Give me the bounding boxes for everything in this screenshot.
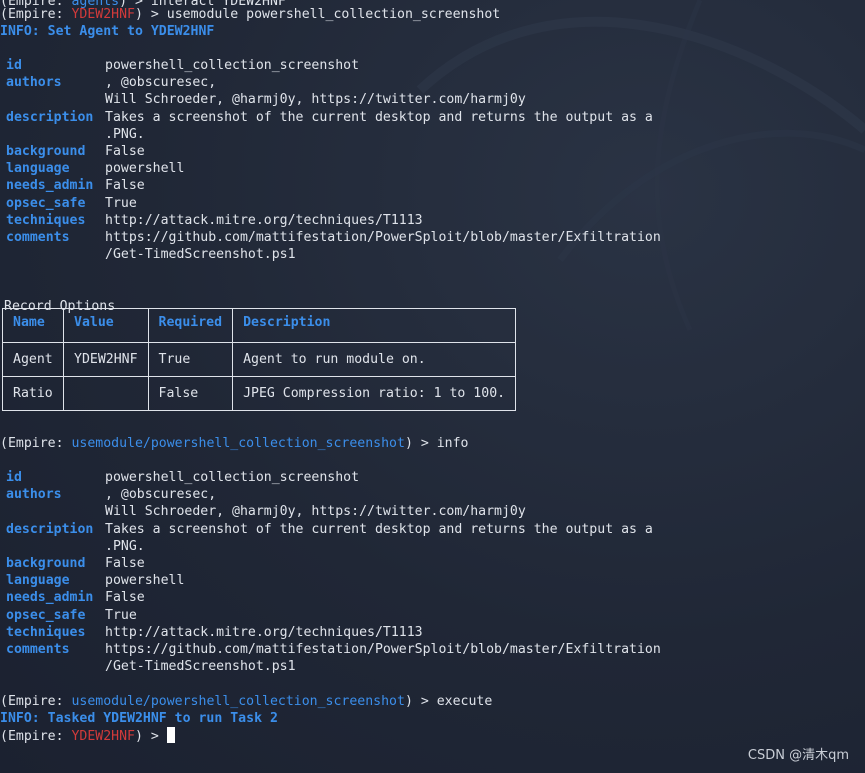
info-value: False — [105, 590, 145, 606]
info-value: Will Schroeder, @harmj0y, https://twitte… — [105, 92, 526, 108]
text-cursor — [166, 727, 175, 743]
info-key: id — [6, 470, 22, 485]
info-key: techniques — [6, 624, 86, 640]
info-key: id — [6, 58, 22, 73]
col-value-header: Value — [63, 308, 149, 343]
info-key: language — [6, 161, 70, 177]
col-name-header: Name — [2, 308, 64, 343]
table-row: Ratio False JPEG Compression ratio: 1 to… — [2, 376, 517, 411]
info-value: http://attack.mitre.org/techniques/T1113 — [105, 212, 423, 228]
info-key: language — [6, 573, 70, 589]
info-value: Will Schroeder, @harmj0y, https://twitte… — [105, 504, 526, 520]
info-value: /Get-TimedScreenshot.ps1 — [105, 247, 296, 263]
info-row: comments https://github.com/mattifestatio… — [0, 641, 865, 658]
info-row: authors , @obscuresec, — [0, 74, 865, 91]
info-value: False — [105, 556, 145, 571]
info-value: False — [105, 144, 145, 159]
info-key: opsec_safe — [6, 607, 86, 623]
cell-value — [63, 376, 149, 411]
info-value: Takes a screenshot of the current deskto… — [105, 109, 653, 125]
cell-name: Agent — [2, 342, 64, 377]
info-row: /Get-TimedScreenshot.ps1 — [0, 246, 865, 263]
cell-description: Agent to run module on. — [232, 342, 517, 377]
table-header-row: Name Value Required Description — [2, 308, 517, 343]
info-key: opsec_safe — [6, 195, 86, 211]
info-value: powershell — [105, 161, 185, 177]
info-row: description Takes a screenshot of the cur… — [0, 109, 865, 126]
info-tasked: INFO: Tasked YDEW2HNF to run Task 2 — [0, 711, 278, 726]
info-key: needs_admin — [6, 178, 94, 194]
record-options-table: Name Value Required Description Agent YD… — [2, 308, 517, 411]
info-row: .PNG. — [0, 538, 865, 555]
info-value: .PNG. — [105, 126, 145, 142]
info-row: Will Schroeder, @harmj0y, https://twitte… — [0, 503, 865, 520]
info-value: True — [105, 195, 137, 211]
info-value: https://github.com/mattifestation/PowerS… — [105, 642, 661, 657]
info-value: , @obscuresec, — [105, 75, 217, 91]
info-row: opsec_safe True — [0, 195, 865, 212]
info-key: authors — [6, 487, 62, 503]
info-key: background — [6, 556, 86, 571]
info-value: /Get-TimedScreenshot.ps1 — [105, 659, 296, 675]
info-key: comments — [6, 642, 70, 657]
info-row: .PNG. — [0, 126, 865, 143]
info-value: http://attack.mitre.org/techniques/T1113 — [105, 624, 423, 640]
cell-required: False — [147, 376, 234, 411]
col-required-header: Required — [147, 308, 234, 343]
info-key: techniques — [6, 212, 86, 228]
prompt-line-usemodule: (Empire: YDEW2HNF) > usemodule powershel… — [0, 7, 501, 22]
prompt-line-info: (Empire: usemodule/powershell_collection… — [0, 436, 469, 451]
info-key: comments — [6, 230, 70, 245]
info-row: id powershell_collection_screenshot — [0, 469, 865, 486]
info-row: techniques http://attack.mitre.org/techni… — [0, 624, 865, 641]
info-key: needs_admin — [6, 590, 94, 606]
info-value: powershell — [105, 573, 185, 589]
cell-name: Ratio — [2, 376, 64, 411]
info-row: techniques http://attack.mitre.org/techni… — [0, 212, 865, 229]
col-description-header: Description — [232, 308, 517, 343]
info-value: Takes a screenshot of the current deskto… — [105, 521, 653, 537]
info-value: powershell_collection_screenshot — [105, 470, 360, 485]
info-key: authors — [6, 75, 62, 91]
info-value: , @obscuresec, — [105, 487, 217, 503]
info-row: background False — [0, 143, 865, 160]
info-row: language powershell — [0, 160, 865, 177]
info-value: False — [105, 178, 145, 194]
info-row: Will Schroeder, @harmj0y, https://twitte… — [0, 91, 865, 108]
info-set-agent: INFO: Set Agent to YDEW2HNF — [0, 24, 215, 39]
watermark: CSDN @清木qm — [747, 748, 849, 763]
info-row: id powershell_collection_screenshot — [0, 57, 865, 74]
cell-description: JPEG Compression ratio: 1 to 100. — [232, 376, 517, 411]
info-value: .PNG. — [105, 538, 145, 554]
cell-value: YDEW2HNF — [63, 342, 149, 377]
info-row: opsec_safe True — [0, 607, 865, 624]
info-key: background — [6, 144, 86, 159]
info-row: description Takes a screenshot of the cur… — [0, 521, 865, 538]
info-key: description — [6, 109, 94, 125]
info-row: needs_admin False — [0, 177, 865, 194]
info-row: background False — [0, 555, 865, 572]
info-row: needs_admin False — [0, 589, 865, 606]
info-value: True — [105, 607, 137, 623]
info-value: https://github.com/mattifestation/PowerS… — [105, 230, 661, 245]
cell-required: True — [147, 342, 234, 377]
info-row: language powershell — [0, 572, 865, 589]
info-key: description — [6, 521, 94, 537]
agent-name: YDEW2HNF — [71, 7, 135, 22]
agent-name: YDEW2HNF — [71, 729, 135, 744]
prompt-line-current[interactable]: (Empire: YDEW2HNF) > — [0, 727, 175, 744]
info-value: powershell_collection_screenshot — [105, 58, 360, 73]
table-row: Agent YDEW2HNF True Agent to run module … — [2, 342, 517, 377]
info-row: comments https://github.com/mattifestatio… — [0, 229, 865, 246]
prompt-line-execute: (Empire: usemodule/powershell_collection… — [0, 694, 493, 709]
info-row: authors , @obscuresec, — [0, 486, 865, 503]
info-row: /Get-TimedScreenshot.ps1 — [0, 658, 865, 675]
